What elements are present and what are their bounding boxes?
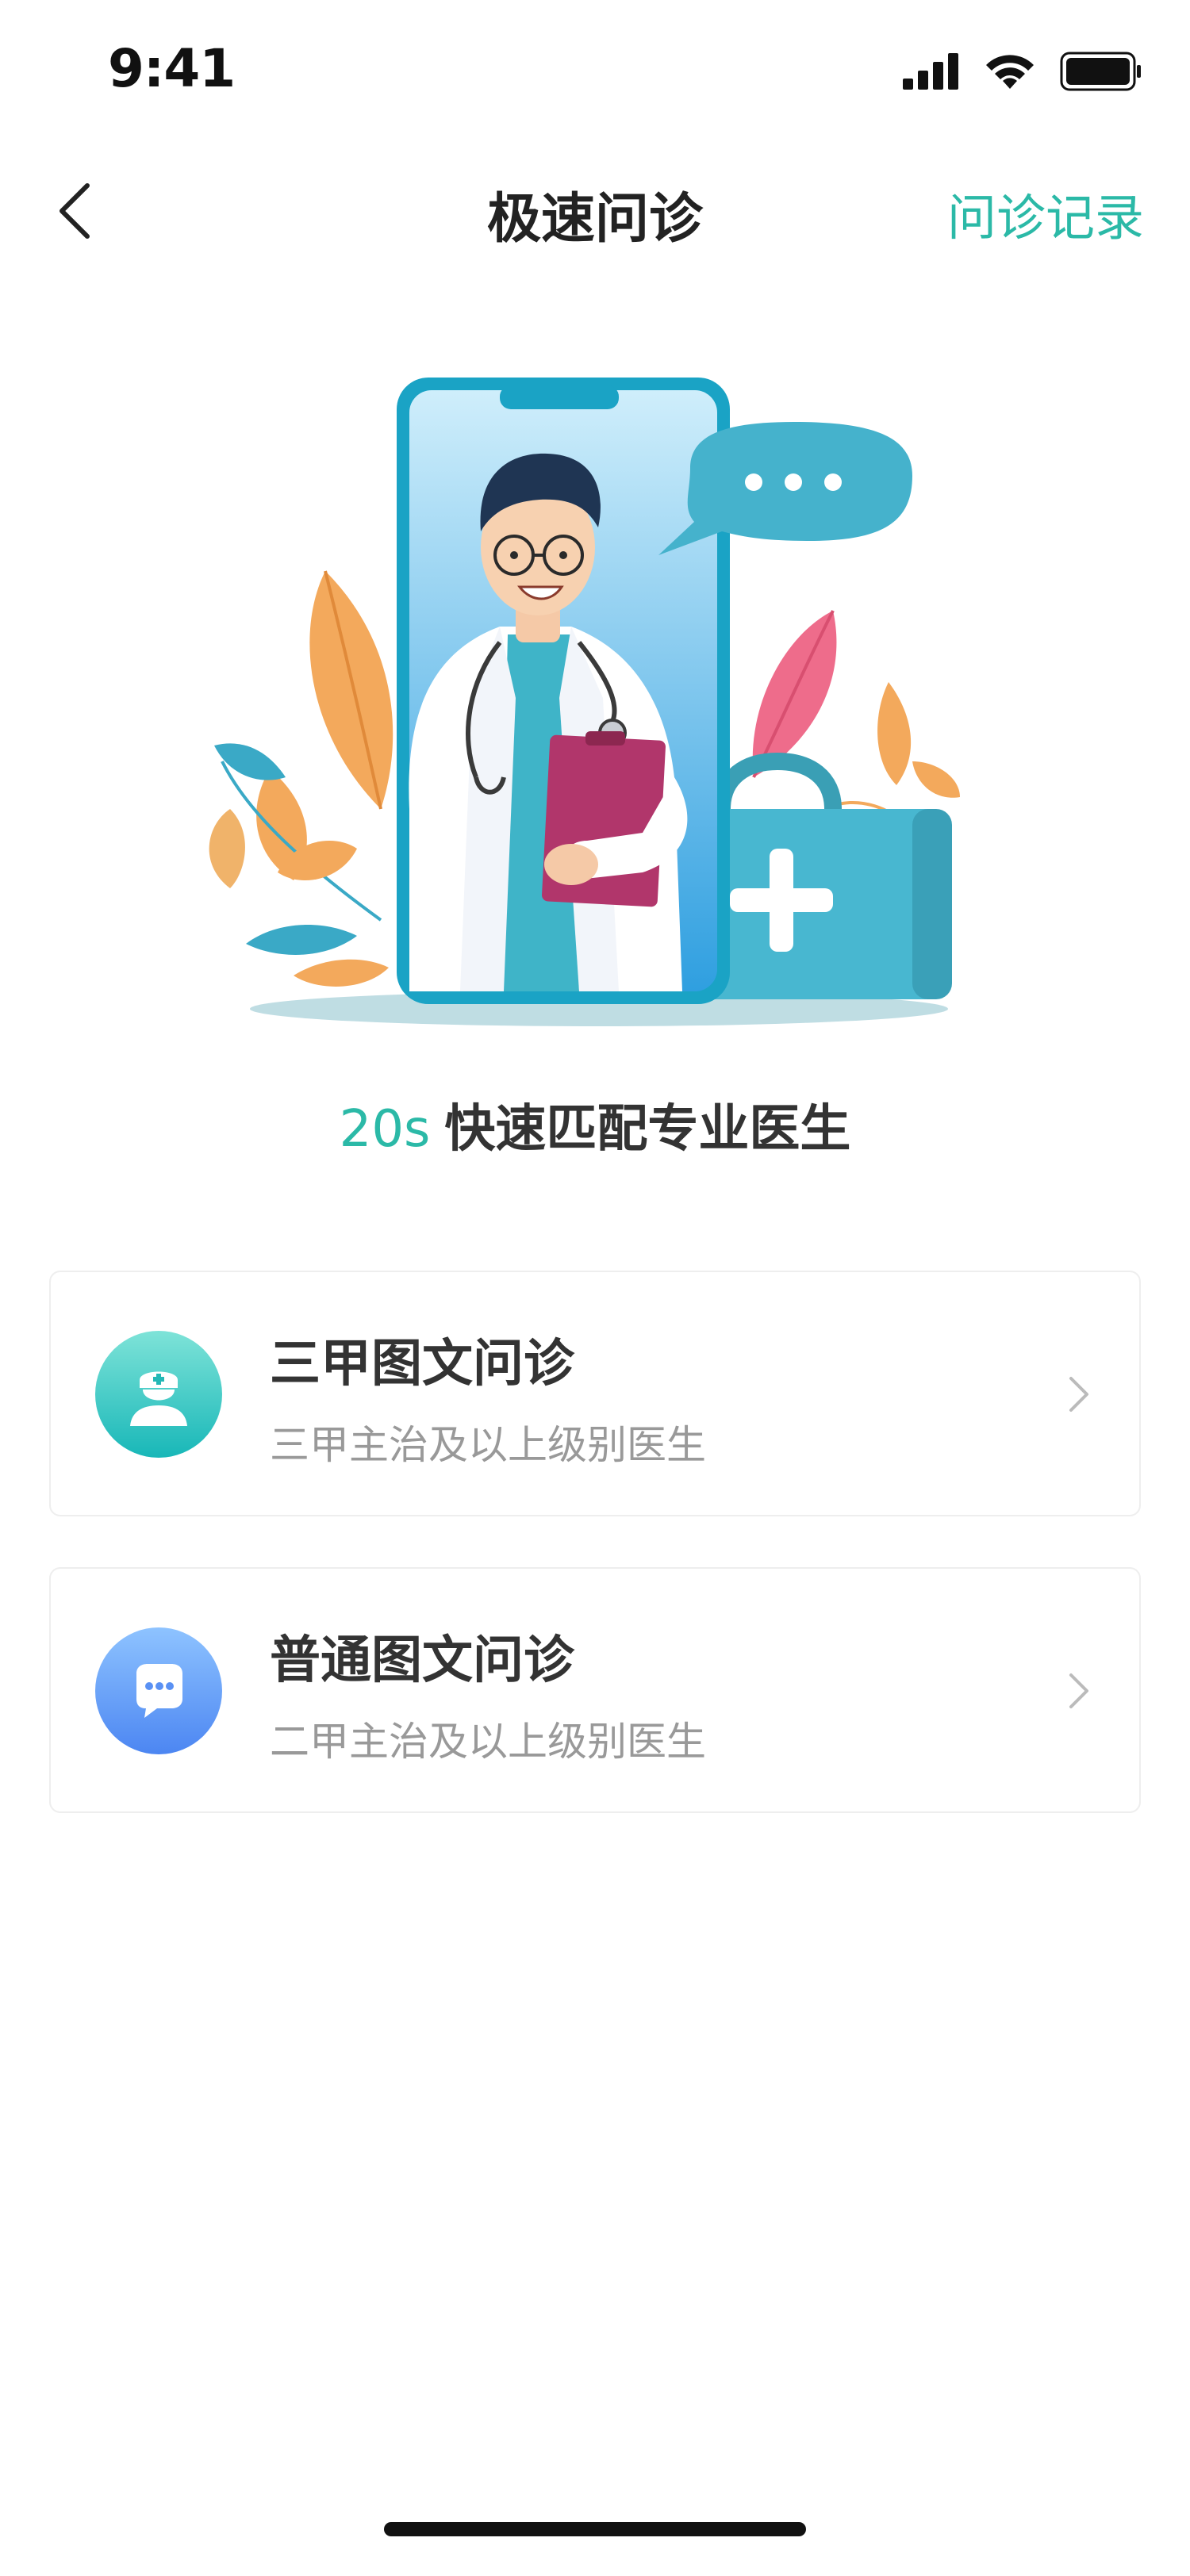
left-leaves-decoration <box>209 570 393 987</box>
option-subtitle: 二甲主治及以上级别医生 <box>270 1719 706 1765</box>
tagline-text: 快速匹配专业医生 <box>444 1100 851 1159</box>
consultation-records-link[interactable]: 问诊记录 <box>947 178 1144 249</box>
option-title: 三甲图文问诊 <box>270 1335 574 1393</box>
option-card-general[interactable]: 普通图文问诊 二甲主治及以上级别医生 <box>49 1567 1141 1813</box>
chat-bubble-icon <box>136 1664 182 1718</box>
option-subtitle: 三甲主治及以上级别医生 <box>270 1422 706 1468</box>
match-tagline: 20s 快速匹配专业医生 <box>0 1088 1190 1161</box>
status-icons <box>903 51 1142 92</box>
right-leaves-decoration <box>752 610 960 834</box>
option-icon-circle <box>95 1331 222 1458</box>
nurse-icon <box>130 1371 187 1426</box>
nav-bar: 极速问诊 问诊记录 <box>0 143 1190 278</box>
option-card-tertiary[interactable]: 三甲图文问诊 三甲主治及以上级别医生 <box>49 1271 1141 1516</box>
status-bar: 9:41 <box>0 0 1190 143</box>
home-indicator <box>384 2522 806 2536</box>
wifi-icon <box>986 55 1034 89</box>
status-time: 9:41 <box>108 38 236 99</box>
doctor-illustration <box>209 378 960 1026</box>
signal-icon <box>903 53 958 90</box>
chevron-right-icon <box>1069 1377 1088 1412</box>
page: 9:41 极速问诊 问诊记录 20s 快速匹配专业医生 三甲图文问诊 三甲主治及… <box>0 0 1190 2576</box>
battery-icon <box>1060 52 1141 91</box>
tagline-accent: 20s <box>339 1100 431 1159</box>
option-title: 普通图文问诊 <box>270 1631 574 1690</box>
chevron-right-icon <box>1069 1673 1088 1708</box>
option-icon-circle <box>95 1627 222 1754</box>
